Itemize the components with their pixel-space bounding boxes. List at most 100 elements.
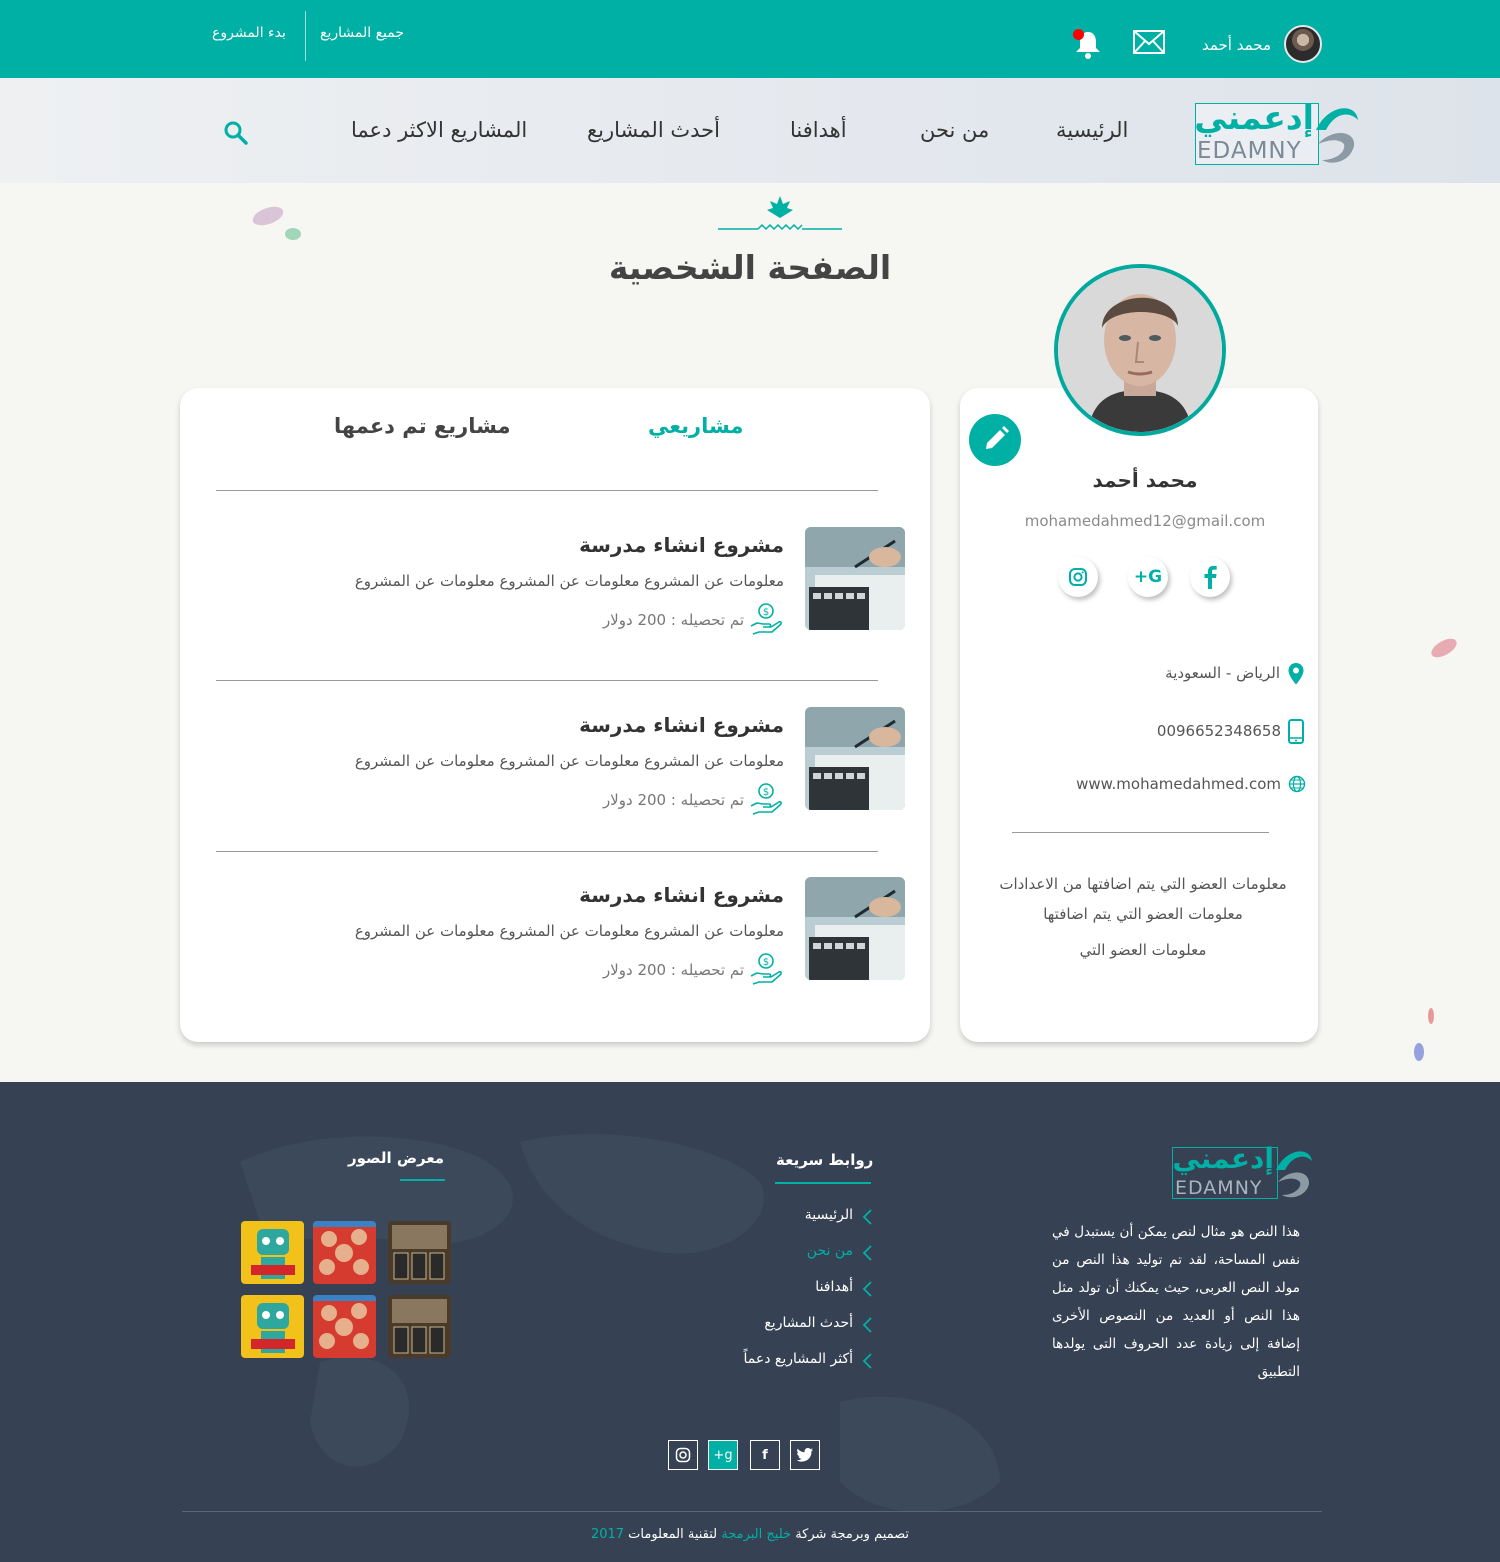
- tab-supported-projects[interactable]: مشاريع تم دعمها: [334, 414, 511, 438]
- gallery-underline: [400, 1179, 445, 1181]
- footer-divider: [182, 1511, 1322, 1512]
- gallery-image[interactable]: [313, 1221, 376, 1284]
- footer-logo-text-en: EDAMNY: [1175, 1177, 1263, 1199]
- project-divider: [216, 680, 878, 681]
- copyright-mid: لتقنية المعلومات: [628, 1527, 718, 1542]
- mail-icon[interactable]: [1133, 30, 1165, 54]
- profile-email: mohamedahmed12@gmail.com: [1024, 512, 1266, 530]
- decor-flower: [238, 190, 308, 250]
- gallery-image[interactable]: [388, 1221, 451, 1284]
- svg-text:$: $: [763, 787, 769, 798]
- title-ornament: [718, 192, 842, 234]
- footer-link[interactable]: أكثر المشاريع دعماً: [680, 1351, 853, 1367]
- chevron-left-icon: [860, 1352, 874, 1370]
- google-plus-icon[interactable]: g+: [708, 1440, 738, 1470]
- project-raised-amount: تم تحصيله : 200 دولار: [602, 961, 744, 979]
- svg-text:$: $: [763, 607, 769, 618]
- nav-home[interactable]: الرئيسية: [1056, 118, 1128, 142]
- chevron-left-icon: [860, 1208, 874, 1226]
- project-raised-amount: تم تحصيله : 200 دولار: [602, 611, 744, 629]
- footer-logo-text-ar: إدعمني: [1172, 1142, 1274, 1175]
- globe-icon: [1288, 775, 1306, 793]
- footer: إدعمني EDAMNY هذا النص هو مثال لنص يمكن …: [0, 1082, 1500, 1562]
- quick-links-title: روابط سريعة: [776, 1151, 874, 1169]
- facebook-icon[interactable]: f: [750, 1440, 780, 1470]
- footer-link[interactable]: أحدث المشاريع: [680, 1315, 853, 1331]
- chevron-left-icon: [860, 1316, 874, 1334]
- profile-phone: 0096652348658: [1156, 722, 1281, 740]
- profile-photo: [1054, 264, 1226, 436]
- chevron-left-icon: [860, 1244, 874, 1262]
- project-thumbnail[interactable]: [805, 527, 905, 630]
- decor-petal: [1424, 1004, 1438, 1028]
- project-thumbnail[interactable]: [805, 877, 905, 980]
- project-description: معلومات عن المشروع معلومات عن المشروع مع…: [354, 752, 784, 770]
- profile-bio-line-1: معلومات العضو التي يتم اضافتها من الاعدا…: [999, 875, 1287, 893]
- footer-link[interactable]: من نحن: [680, 1243, 853, 1259]
- logo-text-en: EDAMNY: [1197, 138, 1302, 164]
- copyright-company-link[interactable]: خليج البرمجة: [721, 1527, 791, 1542]
- divider: [305, 11, 306, 61]
- footer-link[interactable]: أهدافنا: [680, 1279, 853, 1295]
- profile-website[interactable]: www.mohamedahmed.com: [1040, 775, 1281, 793]
- pencil-icon: [986, 426, 1009, 449]
- google-plus-icon[interactable]: G+: [1128, 557, 1168, 597]
- tab-my-projects[interactable]: مشاريعي: [648, 414, 743, 438]
- footer-about-text: هذا النص هو مثال لنص يمكن أن يستبدل في ن…: [1052, 1224, 1300, 1380]
- nav-latest-projects[interactable]: أحدث المشاريع: [587, 118, 720, 142]
- money-hand-icon: $: [749, 602, 783, 636]
- nav-goals[interactable]: أهدافنا: [790, 118, 847, 142]
- footer-link[interactable]: الرئيسية: [680, 1207, 853, 1223]
- project-thumbnail[interactable]: [805, 707, 905, 810]
- copyright: تصميم وبرمجة شركة خليج البرمجة لتقنية ال…: [0, 1527, 1500, 1542]
- profile-bio-line-2: معلومات العضو التي يتم اضافتها: [1043, 905, 1243, 923]
- money-hand-icon: $: [749, 782, 783, 816]
- facebook-icon[interactable]: [1190, 557, 1230, 597]
- profile-name: محمد أحمد: [1092, 468, 1198, 492]
- instagram-icon[interactable]: [1058, 557, 1098, 597]
- mobile-phone-icon: [1287, 719, 1305, 744]
- top-user-name[interactable]: محمد أحمد: [1160, 36, 1271, 54]
- chevron-left-icon: [860, 1280, 874, 1298]
- profile-location: الرياض - السعودية: [1165, 664, 1280, 682]
- page-title: الصفحة الشخصية: [608, 248, 892, 287]
- start-project-link[interactable]: بدء المشروع: [212, 25, 286, 41]
- project-title[interactable]: مشروع انشاء مدرسة: [480, 533, 784, 557]
- notification-dot: [1073, 29, 1084, 40]
- copyright-prefix: تصميم وبرمجة شركة: [795, 1527, 910, 1542]
- search-icon[interactable]: [223, 120, 249, 146]
- gallery-image[interactable]: [313, 1295, 376, 1358]
- main-nav: إدعمني EDAMNY الرئيسية من نحن أهدافنا أح…: [0, 78, 1500, 183]
- project-description: معلومات عن المشروع معلومات عن المشروع مع…: [354, 572, 784, 590]
- gallery-image[interactable]: [241, 1221, 304, 1284]
- logo-text-ar: إدعمني: [1194, 98, 1314, 137]
- decor-petal: [1410, 1040, 1430, 1064]
- nav-most-supported[interactable]: المشاريع الاكثر دعما: [351, 118, 527, 142]
- nav-about[interactable]: من نحن: [920, 118, 989, 142]
- money-hand-icon: $: [749, 952, 783, 986]
- decor-flower: [1420, 628, 1470, 678]
- svg-text:$: $: [763, 957, 769, 968]
- logo-hands-icon: [1308, 100, 1362, 168]
- instagram-icon[interactable]: [668, 1440, 698, 1470]
- copyright-year: 2017: [590, 1527, 625, 1542]
- project-title[interactable]: مشروع انشاء مدرسة: [480, 713, 784, 737]
- profile-bio-line-3: معلومات العضو التي: [1079, 941, 1207, 959]
- project-description: معلومات عن المشروع معلومات عن المشروع مع…: [354, 922, 784, 940]
- project-title[interactable]: مشروع انشاء مدرسة: [480, 883, 784, 907]
- gallery-image[interactable]: [241, 1295, 304, 1358]
- user-avatar[interactable]: [1284, 25, 1322, 63]
- footer-logo-hands-icon: [1270, 1144, 1316, 1202]
- twitter-icon[interactable]: [790, 1440, 820, 1470]
- quick-links-underline: [775, 1182, 871, 1184]
- all-projects-link[interactable]: جميع المشاريع: [320, 25, 404, 41]
- gallery-image[interactable]: [388, 1295, 451, 1358]
- project-divider: [216, 851, 878, 852]
- profile-divider: [1012, 832, 1269, 833]
- tabs-divider: [216, 490, 878, 491]
- edit-profile-button[interactable]: [969, 414, 1021, 466]
- project-raised-amount: تم تحصيله : 200 دولار: [602, 791, 744, 809]
- location-pin-icon: [1287, 662, 1305, 686]
- top-bar: محمد أحمد جميع المشاريع بدء المشروع: [0, 0, 1500, 78]
- gallery-title: معرض الصور: [348, 1149, 445, 1167]
